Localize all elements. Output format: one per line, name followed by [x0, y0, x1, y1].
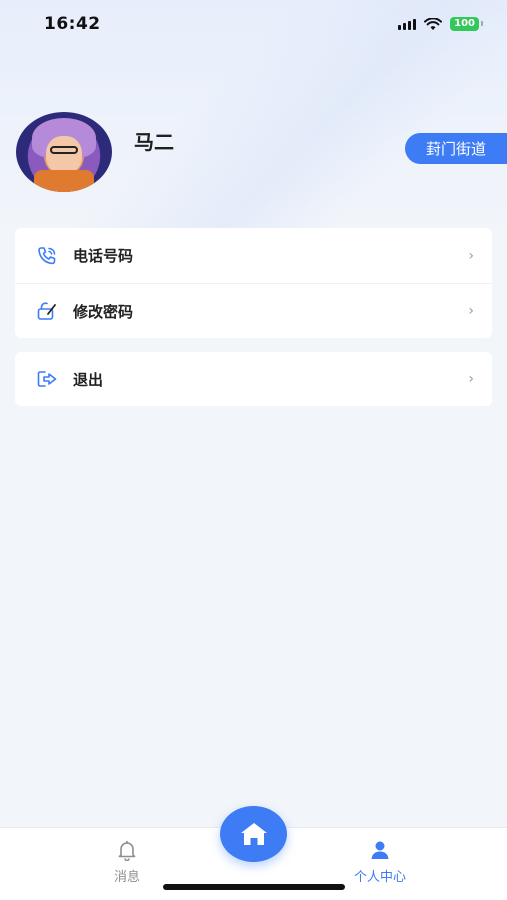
tab-messages[interactable]: 消息 [87, 838, 167, 885]
logout-row[interactable]: 退出 › [15, 352, 492, 406]
status-time: 16:42 [44, 14, 101, 34]
settings-card: 电话号码 › 修改密码 › [15, 228, 492, 338]
tab-profile-label: 个人中心 [353, 870, 406, 885]
avatar[interactable] [16, 112, 112, 192]
chevron-right-icon: › [468, 303, 474, 319]
logout-icon [35, 367, 59, 391]
wifi-icon [424, 17, 443, 30]
change-password-row[interactable]: 修改密码 › [15, 283, 492, 338]
home-indicator [163, 884, 345, 890]
edit-lock-icon [35, 299, 59, 323]
change-password-label: 修改密码 [73, 302, 134, 321]
home-button[interactable] [220, 806, 287, 862]
street-badge[interactable]: 葑门街道 [405, 133, 507, 164]
phone-number-row[interactable]: 电话号码 › [15, 228, 492, 283]
status-bar: 16:42 100 [0, 0, 507, 48]
tab-profile[interactable]: 个人中心 [340, 838, 420, 885]
chevron-right-icon: › [468, 371, 474, 387]
user-name: 马二 [134, 130, 174, 154]
tab-messages-label: 消息 [113, 870, 140, 885]
signal-icon [398, 18, 417, 30]
bell-icon [118, 840, 136, 861]
logout-card: 退出 › [15, 352, 492, 406]
home-icon [240, 823, 267, 845]
status-icons: 100 [398, 17, 483, 31]
battery-icon: 100 [450, 17, 483, 31]
phone-icon [35, 244, 59, 268]
phone-number-label: 电话号码 [73, 247, 134, 265]
user-icon [371, 841, 389, 859]
chevron-right-icon: › [468, 247, 474, 264]
profile-screen: 16:42 100 马二 葑门街道 电话号码 › 修改密码 › 退出 › 消息 … [0, 0, 507, 900]
logout-label: 退出 [73, 370, 104, 389]
